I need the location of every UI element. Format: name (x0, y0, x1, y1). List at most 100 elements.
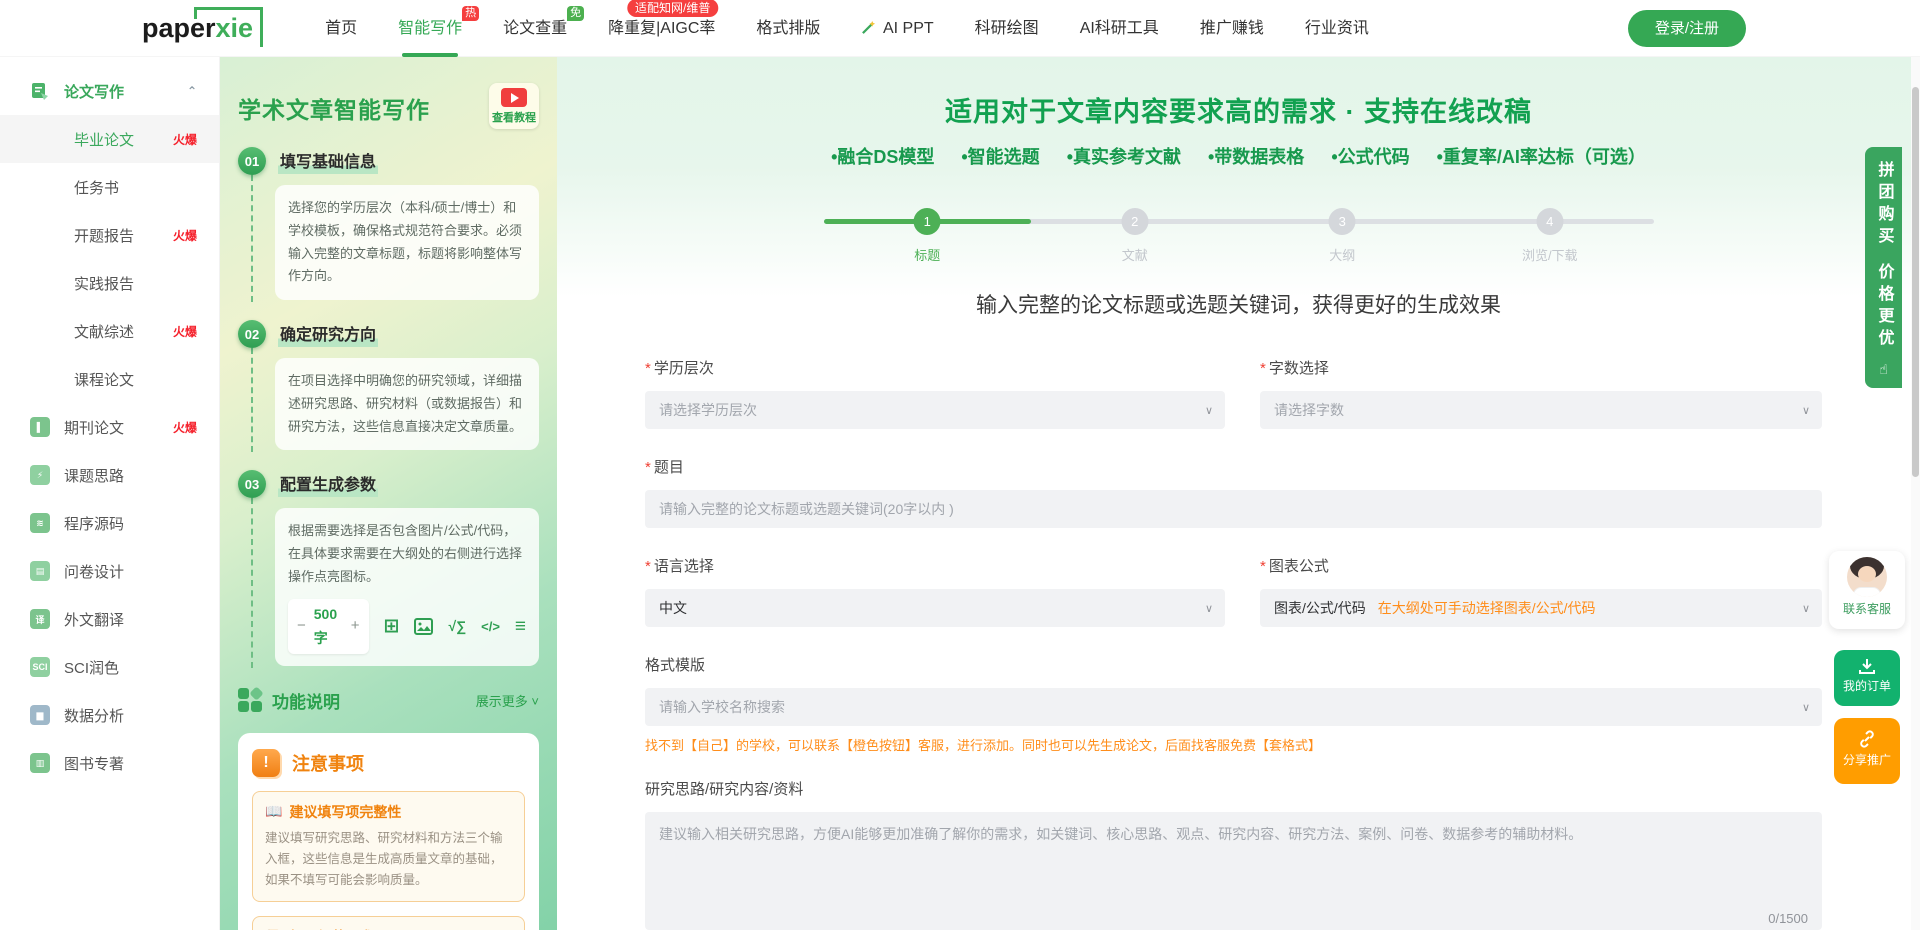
logo[interactable]: paperxie (140, 9, 263, 48)
step-number-badge: 03 (238, 470, 266, 498)
sidebar-item-source-code[interactable]: ≋ 程序源码 (0, 499, 219, 547)
chevron-up-icon[interactable]: ⌃ (187, 84, 197, 98)
template-search-select[interactable]: 请输入学校名称搜索 ∨ (645, 688, 1822, 726)
sidebar-item-proposal-report[interactable]: 开题报告 火爆 (0, 211, 219, 259)
research-label: 研究思路/研究内容/资料 (645, 778, 1822, 799)
hot-tag: 火爆 (173, 227, 197, 244)
clipboard-icon: ▤ (30, 561, 50, 581)
bullet: •公式代码 (1331, 143, 1409, 169)
guide-step-2: 02 确定研究方向 在项目选择中明确您的研究领域，详细描述研究思路、研究材料（或… (238, 320, 539, 452)
chevron-down-icon: ∨ (1205, 602, 1213, 615)
bar-chart-icon: ▆ (30, 705, 50, 725)
sidebar-item-questionnaire[interactable]: ▤ 问卷设计 (0, 547, 219, 595)
group-buy-text-2: 价格更优 (1872, 263, 1896, 351)
guide-step-3: 03 配置生成参数 根据需要选择是否包含图片/公式/代码，在具体要求需要在大纲处… (238, 470, 539, 667)
list-icon[interactable]: ≡ (515, 617, 526, 636)
word-count-stepper[interactable]: − 500 字 + (288, 599, 369, 654)
login-register-button[interactable]: 登录/注册 (1628, 10, 1746, 47)
sidebar-item-literature-review[interactable]: 文献综述 火爆 (0, 307, 219, 355)
step-1-circle[interactable]: 1 (914, 208, 941, 235)
page: paperxie 首页 智能写作 热 论文查重 免 降重复|AIGC率 适配知网… (0, 0, 1920, 930)
sidebar-group-paper-writing[interactable]: 论文写作 ⌃ (0, 67, 219, 115)
page-scrollbar[interactable] (1911, 57, 1920, 930)
word-count-select[interactable]: 请选择字数 ∨ (1260, 391, 1822, 429)
step-number-badge: 01 (238, 147, 266, 175)
features-section-header: 功能说明 展示更多 ˅ (238, 688, 539, 713)
nav-item-reduce-aigc[interactable]: 降重复|AIGC率 适配知网/维普 (608, 0, 715, 57)
bullet: •真实参考文献 (1067, 143, 1181, 169)
sci-icon: SCI (30, 657, 50, 677)
nav-item-news[interactable]: 行业资讯 (1305, 0, 1369, 57)
sidebar-item-journal-paper[interactable]: ▌ 期刊论文 火爆 (0, 403, 219, 451)
nav-item-sci-drawing[interactable]: 科研绘图 (975, 0, 1039, 57)
notice-item-completeness: 📖 建议填写项完整性 建议填写研究思路、研究材料和方法三个输入框，这些信息是生成… (252, 791, 525, 903)
title-label: 题目 (645, 456, 1822, 477)
share-promotion-button[interactable]: 分享推广 (1834, 718, 1900, 784)
nav-item-home[interactable]: 首页 (325, 0, 357, 57)
chevron-down-icon: ∨ (1802, 602, 1810, 615)
sidebar: 论文写作 ⌃ 毕业论文 火爆 任务书 开题报告 火爆 实践报告 文献综述 火爆 … (0, 57, 220, 930)
step-number-badge: 02 (238, 320, 266, 348)
nav-item-format[interactable]: 格式排版 (756, 0, 820, 57)
nav-item-promotion[interactable]: 推广赚钱 (1200, 0, 1264, 57)
guide-step-1: 01 填写基础信息 选择您的学历层次（本科/硕士/博士）和学校模板，确保格式规范… (238, 147, 539, 302)
nav-item-smart-writing[interactable]: 智能写作 热 (398, 0, 462, 57)
plus-icon[interactable]: + (351, 613, 360, 639)
grid-squares-icon (238, 688, 262, 712)
language-select[interactable]: 中文 ∨ (645, 589, 1225, 627)
step-description: 根据需要选择是否包含图片/公式/代码，在具体要求需要在大纲处的右侧进行选择操作点… (288, 523, 522, 584)
nav-item-ai-ppt[interactable]: AI PPT (861, 0, 933, 57)
scrollbar-thumb[interactable] (1912, 87, 1919, 477)
hot-tag: 火爆 (173, 323, 197, 340)
logo-bracket (195, 7, 263, 47)
minus-icon[interactable]: − (297, 613, 306, 639)
layers-icon: ≋ (30, 513, 50, 533)
sidebar-item-practice-report[interactable]: 实践报告 (0, 259, 219, 307)
free-badge: 免 (567, 6, 584, 21)
formula-icon[interactable]: √∑ (448, 619, 466, 633)
step-3-circle[interactable]: 3 (1329, 208, 1356, 235)
tutorial-button[interactable]: 查看教程 (489, 83, 539, 129)
step-2-circle[interactable]: 2 (1121, 208, 1148, 235)
chart-formula-select[interactable]: 图表/公式/代码 在大纲处可手动选择图表/公式/代码 ∨ (1260, 589, 1822, 627)
bullet: •重复率/AI率达标（可选） (1437, 143, 1646, 169)
folder-lightning-icon: ⚡ (30, 465, 50, 485)
image-icon[interactable] (414, 618, 433, 635)
sidebar-item-data-analysis[interactable]: ▆ 数据分析 (0, 691, 219, 739)
bullet: •带数据表格 (1208, 143, 1304, 169)
step-4-circle[interactable]: 4 (1536, 208, 1563, 235)
sidebar-item-translation[interactable]: 译 外文翻译 (0, 595, 219, 643)
code-icon[interactable]: </> (481, 620, 500, 633)
play-icon (501, 88, 527, 107)
notice-card: ! 注意事项 📖 建议填写项完整性 建议填写研究思路、研究材料和方法三个输入框，… (238, 733, 539, 930)
sidebar-item-sci-polish[interactable]: SCI SCI润色 (0, 643, 219, 691)
education-level-select[interactable]: 请选择学历层次 ∨ (645, 391, 1225, 429)
notice-item-title-rules: 📙 标题规范要求 文章标题需要 完整、准确、具体，避免过于宽泛或模糊的表述，好的… (252, 916, 525, 930)
nav-menu: 首页 智能写作 热 论文查重 免 降重复|AIGC率 适配知网/维普 格式排版 … (325, 0, 1369, 57)
sidebar-item-course-paper[interactable]: 课程论文 (0, 355, 219, 403)
table-icon[interactable]: ⊞ (384, 617, 400, 636)
customer-service-label: 联系客服 (1829, 600, 1905, 617)
sidebar-item-graduation-thesis[interactable]: 毕业论文 火爆 (0, 115, 219, 163)
research-textarea[interactable] (645, 812, 1822, 930)
nav-item-ai-tools[interactable]: AI科研工具 (1080, 0, 1159, 57)
show-more-link[interactable]: 展示更多 ˅ (476, 691, 539, 710)
customer-service-button[interactable]: 联系客服 (1829, 551, 1905, 629)
book-icon: ▥ (30, 753, 50, 773)
bullet: •融合DS模型 (831, 143, 934, 169)
title-input[interactable] (645, 490, 1822, 528)
my-orders-button[interactable]: 我的订单 (1834, 650, 1900, 706)
group-buy-banner[interactable]: 拼团购买 价格更优 ☝ (1865, 147, 1902, 388)
template-label: 格式模版 (645, 654, 1822, 675)
link-icon (1858, 730, 1876, 748)
translate-icon: 译 (30, 609, 50, 629)
chart-formula-label: 图表公式 (1260, 555, 1822, 576)
sidebar-item-task-book[interactable]: 任务书 (0, 163, 219, 211)
hot-badge: 热 (462, 6, 479, 21)
nav-item-plagiarism-check[interactable]: 论文查重 免 (503, 0, 567, 57)
sidebar-item-topic-ideas[interactable]: ⚡ 课题思路 (0, 451, 219, 499)
page-title: 适用对于文章内容要求高的需求 · 支持在线改稿 (557, 90, 1920, 129)
pointing-hand-icon: ☝ (1879, 361, 1888, 378)
sidebar-item-book-monograph[interactable]: ▥ 图书专著 (0, 739, 219, 787)
language-label: 语言选择 (645, 555, 1225, 576)
